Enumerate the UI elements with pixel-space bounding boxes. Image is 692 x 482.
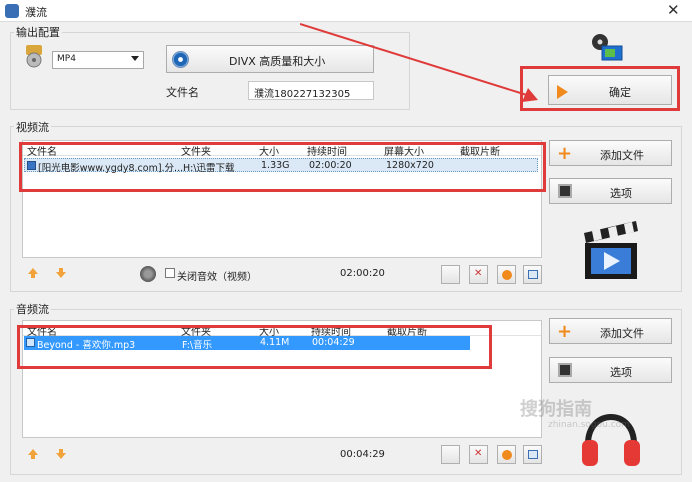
- mp4-format-icon: [24, 44, 44, 68]
- audio-add-clip-button[interactable]: [441, 445, 460, 464]
- add-clip-button[interactable]: [441, 265, 460, 284]
- annotation-box-video-list: [19, 142, 546, 192]
- play-icon: [502, 450, 512, 460]
- audio-preview-button[interactable]: [523, 445, 542, 464]
- mute-checkbox[interactable]: [165, 268, 175, 278]
- play-icon: [502, 270, 512, 280]
- move-up-icon[interactable]: [28, 268, 38, 281]
- film-icon: [558, 184, 572, 198]
- preview-icon: [528, 450, 538, 459]
- move-down-icon[interactable]: [56, 268, 66, 281]
- plus-icon: +: [557, 321, 573, 342]
- title-bar: 濮流 ✕: [0, 0, 692, 22]
- window-title: 濮流: [25, 6, 47, 19]
- video-add-file-button[interactable]: + 添加文件: [549, 140, 672, 166]
- watermark-url: zhinan.sogou.com: [548, 420, 630, 430]
- audio-options-label: 选项: [610, 366, 632, 379]
- video-options-button[interactable]: 选项: [549, 178, 672, 204]
- preview-icon: [528, 270, 538, 279]
- plus-icon: +: [557, 143, 573, 164]
- audio-remove-clip-button[interactable]: ✕: [469, 445, 488, 464]
- video-options-label: 选项: [610, 187, 632, 200]
- disc-icon: [172, 51, 189, 68]
- annotation-arrow: [300, 23, 538, 102]
- remove-icon: ✕: [474, 448, 483, 459]
- audio-play-button[interactable]: [497, 445, 516, 464]
- film-icon: [558, 363, 572, 377]
- output-config-label: 输出配置: [14, 24, 62, 40]
- annotation-box-audio-list: [17, 325, 492, 369]
- audio-move-up-icon[interactable]: [28, 449, 38, 462]
- speaker-mute-icon: [140, 266, 156, 282]
- audio-options-button[interactable]: 选项: [549, 357, 672, 383]
- video-total-duration: 02:00:20: [340, 268, 385, 279]
- remove-icon: ✕: [474, 268, 483, 279]
- mute-label: 关闭音效（视频）: [177, 272, 257, 283]
- watermark-text: 搜狗指南: [520, 399, 592, 420]
- audio-total-duration: 00:04:29: [340, 449, 385, 460]
- app-icon: [5, 4, 19, 18]
- audio-add-file-button[interactable]: + 添加文件: [549, 318, 672, 344]
- audio-stream-label: 音频流: [14, 301, 51, 317]
- chevron-down-icon: [131, 56, 139, 61]
- preview-button[interactable]: [523, 265, 542, 284]
- video-add-file-label: 添加文件: [600, 149, 644, 162]
- remove-clip-button[interactable]: ✕: [469, 265, 488, 284]
- filename-label: 文件名: [166, 86, 199, 99]
- format-select[interactable]: MP4: [52, 51, 144, 69]
- format-select-value: MP4: [57, 54, 76, 64]
- video-stream-label: 视频流: [14, 119, 51, 135]
- close-icon[interactable]: ✕: [667, 1, 680, 19]
- film-projector-icon: [590, 32, 626, 64]
- play-button[interactable]: [497, 265, 516, 284]
- clapperboard-icon: [582, 219, 640, 281]
- audio-add-file-label: 添加文件: [600, 327, 644, 340]
- audio-move-down-icon[interactable]: [56, 449, 66, 462]
